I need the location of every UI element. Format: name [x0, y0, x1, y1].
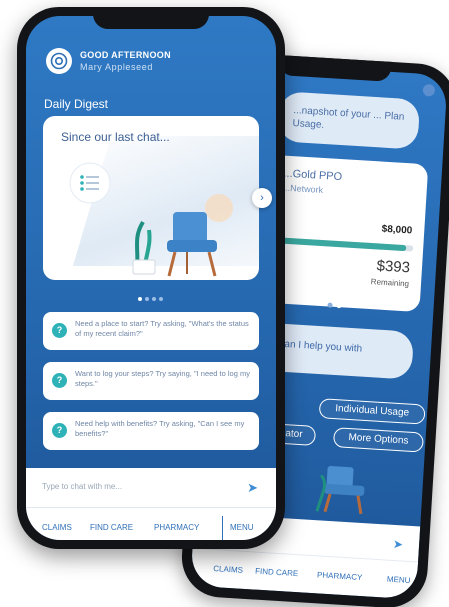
bottom-nav: CLAIMS FIND CARE PHARMACY MENU [26, 508, 276, 540]
more-options-button[interactable]: More Options [332, 427, 424, 453]
nav-find-care[interactable]: FIND CARE [255, 567, 299, 579]
chat-input-bar[interactable]: Type to chat with me... ➤ [26, 468, 276, 508]
plan-remaining-label: Remaining [370, 277, 410, 289]
carousel-dot[interactable] [159, 297, 163, 301]
digest-card[interactable]: Since our last chat... [43, 116, 259, 280]
carousel-dot-active[interactable] [138, 297, 142, 301]
individual-usage-button[interactable]: Individual Usage [318, 398, 426, 425]
nav-menu[interactable]: MENU [387, 575, 411, 585]
carousel-dot[interactable] [327, 302, 333, 308]
chat-input[interactable]: Type to chat with me... [42, 482, 122, 491]
phone-notch [93, 7, 209, 29]
chevron-right-icon[interactable]: › [252, 188, 272, 208]
front-phone-screen: GOOD AFTERNOON Mary Appleseed Daily Dige… [26, 16, 276, 540]
info-icon[interactable] [422, 83, 436, 97]
snapshot-bubble: ...napshot of your ... Plan Usage. [277, 91, 421, 150]
user-name: Mary Appleseed [80, 62, 153, 72]
chair-illustration [315, 465, 365, 515]
carousel-dot-active[interactable] [336, 303, 342, 309]
plan-remaining-amount: $393 [376, 257, 411, 277]
daily-digest-title: Daily Digest [44, 97, 109, 111]
send-icon[interactable]: ➤ [247, 480, 258, 496]
logo-icon [46, 48, 72, 74]
front-phone: GOOD AFTERNOON Mary Appleseed Daily Dige… [17, 7, 285, 549]
question-icon: ? [52, 323, 67, 338]
greeting-text: GOOD AFTERNOON [80, 50, 171, 60]
nav-pharmacy[interactable]: PHARMACY [317, 570, 363, 582]
plan-usage-bar-fill [279, 237, 407, 252]
nav-pharmacy[interactable]: PHARMACY [154, 523, 199, 532]
plan-usage-card[interactable]: ...Gold PPO ...Network $8,000 $393 Remai… [263, 154, 429, 313]
carousel-dots [138, 288, 166, 306]
nav-find-care[interactable]: FIND CARE [90, 523, 133, 532]
nav-menu[interactable]: MENU [230, 523, 254, 532]
digest-card-text: Since our last chat... [61, 130, 170, 144]
prompt-text: Need help with benefits? Try asking, "Ca… [75, 419, 245, 439]
prompt-text: Want to log your steps? Try saying, "I n… [75, 369, 250, 389]
prompt-card-benefits[interactable]: ? Need help with benefits? Try asking, "… [43, 412, 259, 450]
carousel-dot[interactable] [152, 297, 156, 301]
nav-claims[interactable]: CLAIMS [213, 564, 243, 575]
prompt-card-claim[interactable]: ? Need a place to start? Try asking, "Wh… [43, 312, 259, 350]
plan-max-amount: $8,000 [381, 223, 413, 237]
prompt-card-steps[interactable]: ? Want to log your steps? Try saying, "I… [43, 362, 259, 400]
plan-usage-bar [279, 237, 414, 252]
prompt-text: Need a place to start? Try asking, "What… [75, 319, 249, 339]
carousel-dots [327, 294, 346, 313]
nav-divider [222, 516, 223, 540]
send-icon[interactable]: ➤ [393, 537, 404, 552]
nav-claims[interactable]: CLAIMS [42, 523, 72, 532]
question-icon: ? [52, 373, 67, 388]
carousel-dot[interactable] [145, 297, 149, 301]
chair-illustration [132, 194, 233, 277]
question-icon: ? [52, 423, 67, 438]
checklist-icon [69, 162, 111, 204]
